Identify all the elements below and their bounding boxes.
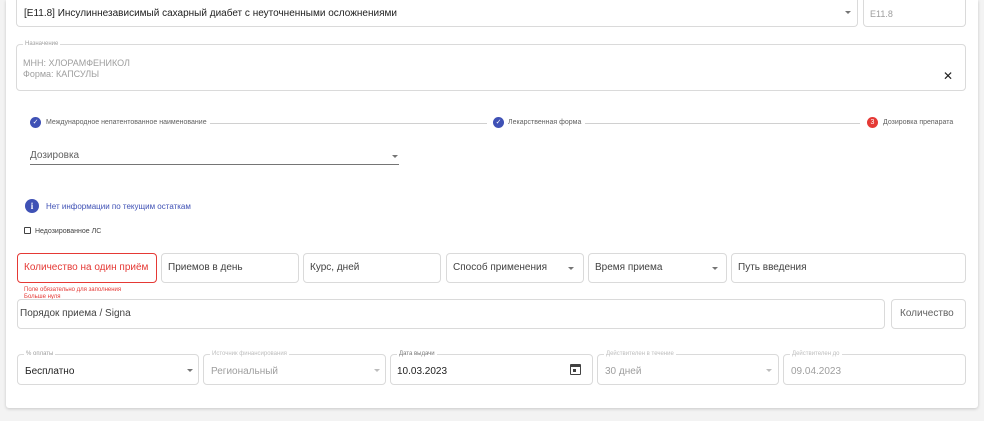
stock-info-text: Нет информации по текущим остаткам [46,202,191,211]
valid-until-field: Действителен до 09.04.2023 [783,350,966,385]
chevron-down-icon [374,369,380,372]
step-divider [585,123,860,124]
funding-label: Источник финансирования [210,350,289,358]
dosage-select[interactable]: Дозировка [30,146,399,165]
step-label-dosage: Дозировка препарата [883,119,954,126]
error-message: Поле обязательно для заполнения [24,287,122,293]
diagnosis-value: [E11.8] Инсулиннезависимый сахарный диаб… [24,8,397,19]
drug-field[interactable]: Назначение МНН: ХЛОРАМФЕНИКОЛ Форма: КАП… [16,40,966,91]
diagnosis-code-field[interactable]: E11.8 [863,0,966,27]
funding-value: Региональный [211,366,279,377]
payment-value: Бесплатно [25,366,75,377]
quantity-label: Количество [900,308,954,319]
validity-value: 30 дней [605,366,642,377]
course-field[interactable]: Курс, дней [303,253,441,283]
diagnosis-code: E11.8 [870,9,893,19]
close-icon[interactable]: ✕ [943,70,953,82]
funding-select: Источник финансирования Региональный [203,350,386,385]
valid-until-label: Действителен до [790,350,842,358]
step-label-form: Лекарственная форма [508,119,582,126]
quantity-field[interactable]: Количество [891,299,966,329]
method-label: Способ применения [453,262,547,273]
step-number-badge: 3 [867,117,878,128]
chevron-down-icon [766,369,772,372]
time-label: Время приема [595,262,663,273]
drug-mnn: МНН: ХЛОРАМФЕНИКОЛ [23,58,130,68]
check-icon: ✓ [493,117,504,128]
payment-label: % оплаты [24,350,56,358]
info-icon: i [25,199,39,213]
diagnosis-select[interactable]: [E11.8] Инсулиннезависимый сахарный диаб… [16,0,858,27]
method-select[interactable]: Способ применения [446,253,584,283]
chevron-down-icon [392,155,398,158]
route-field[interactable]: Путь введения [731,253,966,283]
step-divider [210,123,487,124]
valid-until-value: 09.04.2023 [791,366,842,377]
payment-select[interactable]: % оплаты Бесплатно [17,350,199,385]
route-label: Путь введения [738,262,807,273]
dosage-placeholder: Дозировка [30,150,80,161]
course-label: Курс, дней [310,262,360,273]
per-day-label: Приемов в день [168,262,243,273]
signa-label: Порядок приема / Signa [20,308,131,319]
chevron-down-icon [187,369,193,372]
validity-select: Действителен в течение 30 дней [597,350,779,385]
time-select[interactable]: Время приема [588,253,727,283]
calendar-icon[interactable] [570,364,581,375]
chevron-down-icon [568,267,574,270]
signa-field[interactable]: Порядок приема / Signa [17,299,885,329]
per-dose-field[interactable]: Количество на один приём [17,253,157,283]
chevron-down-icon [712,267,718,270]
drug-form: Форма: КАПСУЛЫ [23,69,100,79]
undosed-label: Недозированное ЛС [35,228,102,235]
per-day-field[interactable]: Приемов в день [161,253,299,283]
chevron-down-icon [845,11,851,14]
undosed-checkbox[interactable] [24,227,31,234]
validity-label: Действителен в течение [604,350,676,358]
check-icon: ✓ [30,117,41,128]
issue-date-value: 10.03.2023 [397,366,448,377]
step-label-mnn: Международное непатентованное наименован… [46,119,207,126]
drug-label: Назначение [23,40,61,48]
per-dose-label: Количество на один приём [24,262,149,273]
issue-date-label: Дата выдачи [397,350,437,358]
issue-date-field[interactable]: Дата выдачи 10.03.2023 [390,350,593,385]
